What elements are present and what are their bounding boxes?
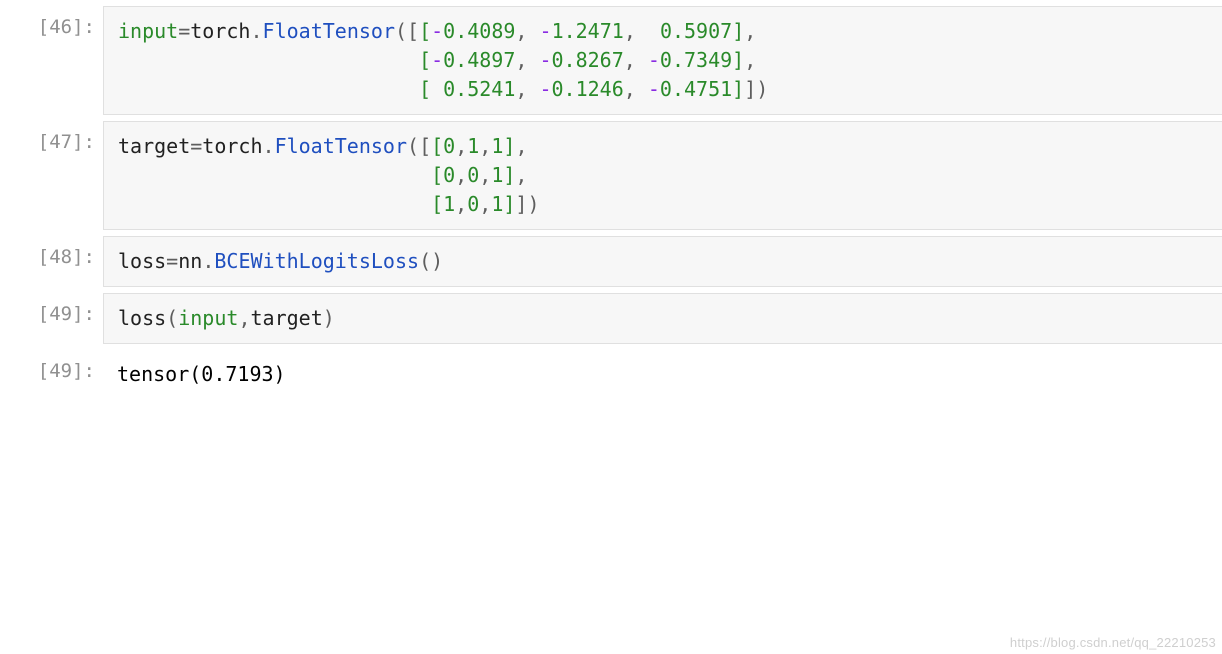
token-op: ]: [515, 192, 527, 216]
token-bracket2: ]: [503, 163, 515, 187]
code-content: loss=nn.BCEWithLogitsLoss(): [103, 236, 1222, 287]
token-op: ): [431, 249, 443, 273]
token-op: .: [250, 19, 262, 43]
token-op: .: [263, 134, 275, 158]
token-name: loss: [118, 306, 166, 330]
cell-prompt: [49]:: [0, 350, 103, 392]
token-name: nn: [178, 249, 202, 273]
token-sign: -: [539, 48, 551, 72]
token-op: ]: [744, 77, 756, 101]
token-op: =: [166, 249, 178, 273]
code-cell: [47]:target=torch.FloatTensor([[0,1,1], …: [0, 121, 1222, 230]
token-sign: -: [431, 19, 443, 43]
token-op: [: [419, 134, 431, 158]
token-sign: -: [648, 77, 660, 101]
token-op: ,: [744, 48, 756, 72]
token-op: ,: [624, 77, 648, 101]
cell-prompt: [47]:: [0, 121, 103, 163]
token-op: =: [178, 19, 190, 43]
token-op: ): [323, 306, 335, 330]
token-op: ,: [455, 192, 467, 216]
code-cell: [46]:input=torch.FloatTensor([[-0.4089, …: [0, 6, 1222, 115]
token-sign: -: [539, 77, 551, 101]
token-num: 0: [467, 163, 479, 187]
token-name: torch: [190, 19, 250, 43]
token-op: ,: [744, 19, 756, 43]
code-cell: [49]:loss(input,target): [0, 293, 1222, 344]
token-op: (: [419, 249, 431, 273]
token-class: FloatTensor: [275, 134, 407, 158]
token-bracket2: [: [431, 192, 443, 216]
token-num: 0: [443, 163, 455, 187]
token-name: target: [118, 134, 190, 158]
token-sign: -: [648, 48, 660, 72]
token-op: ,: [238, 306, 250, 330]
token-class: FloatTensor: [263, 19, 395, 43]
token-op: ,: [479, 163, 491, 187]
token-op: .: [202, 249, 214, 273]
token-num: 0.5241: [443, 77, 515, 101]
output-content: tensor(0.7193): [103, 350, 1222, 399]
token-num: 1: [443, 192, 455, 216]
token-builtin: input: [178, 306, 238, 330]
token-bracket2: ]: [732, 19, 744, 43]
token-op: ,: [455, 134, 467, 158]
token-op: ): [527, 192, 539, 216]
code-content: input=torch.FloatTensor([[-0.4089, -1.24…: [103, 6, 1222, 115]
code-content: target=torch.FloatTensor([[0,1,1], [0,0,…: [103, 121, 1222, 230]
token-bracket2: [: [431, 134, 443, 158]
token-num: 0.4089: [443, 19, 515, 43]
token-op: ,: [624, 19, 660, 43]
token-num: 0: [467, 192, 479, 216]
token-op: ,: [515, 77, 539, 101]
output-cell: [49]:tensor(0.7193): [0, 350, 1222, 399]
token-op: ): [756, 77, 768, 101]
token-op: ,: [624, 48, 648, 72]
token-op: [: [407, 19, 419, 43]
token-num: 1: [491, 163, 503, 187]
code-cell: [48]:loss=nn.BCEWithLogitsLoss(): [0, 236, 1222, 287]
token-op: (: [407, 134, 419, 158]
cell-prompt: [48]:: [0, 236, 103, 278]
token-bracket2: ]: [732, 48, 744, 72]
token-num: 0.7349: [660, 48, 732, 72]
token-num: 0.1246: [552, 77, 624, 101]
code-content: loss(input,target): [103, 293, 1222, 344]
token-name: loss: [118, 249, 166, 273]
token-num: 0.8267: [552, 48, 624, 72]
token-op: ,: [455, 163, 467, 187]
token-op: ,: [515, 163, 527, 187]
token-name: target: [250, 306, 322, 330]
token-op: =: [190, 134, 202, 158]
token-op: (: [166, 306, 178, 330]
token-num: 0.4897: [443, 48, 515, 72]
token-num: 1.2471: [552, 19, 624, 43]
token-num: 0: [443, 134, 455, 158]
token-sign: -: [431, 48, 443, 72]
token-op: ,: [479, 192, 491, 216]
token-op: ,: [479, 134, 491, 158]
token-name: torch: [202, 134, 262, 158]
token-num: 1: [467, 134, 479, 158]
token-class: BCEWithLogitsLoss: [214, 249, 419, 273]
token-bracket2: ]: [732, 77, 744, 101]
token-bracket2: [: [419, 19, 431, 43]
token-num: 1: [491, 192, 503, 216]
token-op: ,: [515, 48, 539, 72]
token-num: 1: [491, 134, 503, 158]
cell-prompt: [49]:: [0, 293, 103, 335]
token-num: 0.4751: [660, 77, 732, 101]
token-builtin: input: [118, 19, 178, 43]
cell-prompt: [46]:: [0, 6, 103, 48]
token-op: ,: [515, 19, 539, 43]
token-bracket2: [: [419, 77, 443, 101]
token-bracket2: [: [419, 48, 431, 72]
token-bracket2: ]: [503, 134, 515, 158]
token-bracket2: [: [431, 163, 443, 187]
token-op: (: [395, 19, 407, 43]
token-bracket2: ]: [503, 192, 515, 216]
token-num: 0.5907: [660, 19, 732, 43]
token-op: ,: [515, 134, 527, 158]
token-sign: -: [540, 19, 552, 43]
